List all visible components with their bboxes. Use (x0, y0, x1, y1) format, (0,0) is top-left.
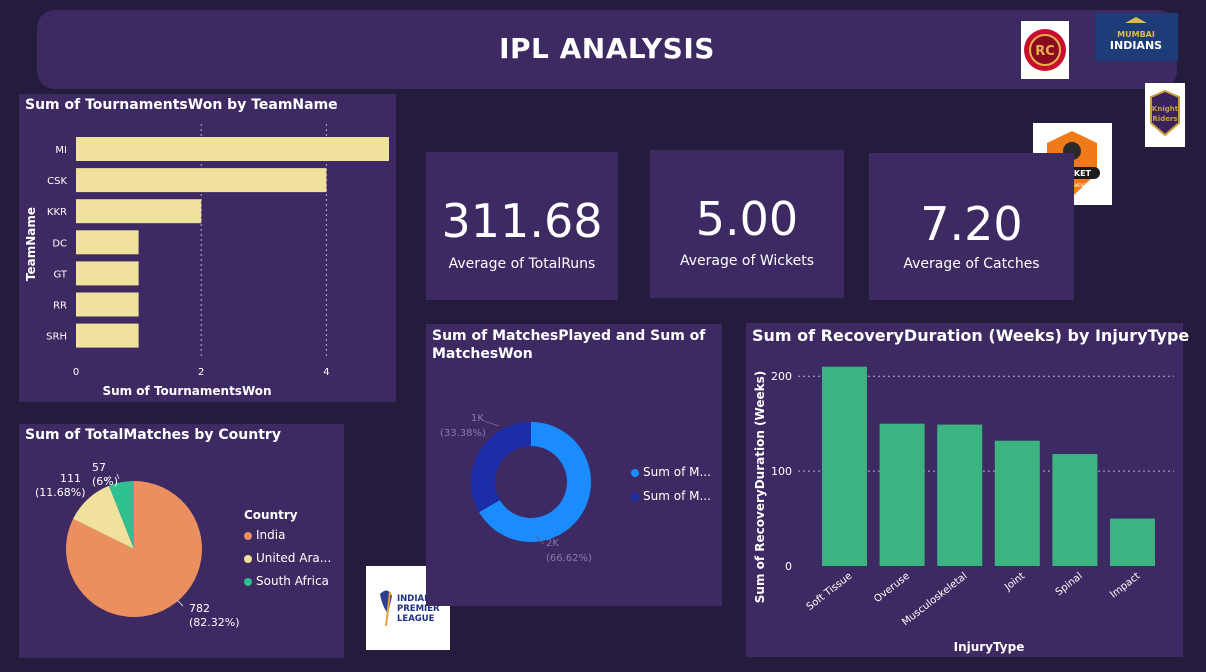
pie-legend-sa-label: South Africa (256, 574, 329, 588)
recovery-category-label: Joint (1002, 571, 1027, 594)
donut-label-won-value: 1K (471, 413, 484, 424)
tournaments-category-label: SRH (46, 332, 67, 343)
legend-dot-uae (244, 554, 252, 563)
recovery-bar-musculoskeletal (937, 424, 983, 566)
tournaments-category-label: GT (53, 269, 67, 280)
pie-label-sa-value: 57 (92, 461, 106, 474)
pie-legend-title: Country (244, 508, 298, 522)
tournaments-bar-csk (76, 168, 327, 193)
kpi-card-wickets: 5.00 Average of Wickets (650, 150, 844, 298)
svg-text:Knight: Knight (1152, 105, 1179, 113)
donut-legend-played[interactable]: Sum of M... (631, 465, 711, 479)
tournaments-won-panel: Sum of TournamentsWon by TeamName MI CSK K… (19, 94, 396, 402)
donut-legend-won-label: Sum of M... (643, 489, 711, 503)
recovery-category-label: Overuse (872, 571, 912, 605)
tournaments-bar-kkr (76, 199, 202, 224)
kpi-card-total-runs: 311.68 Average of TotalRuns (426, 152, 618, 300)
mi-logo: MUMBAI INDIANS (1095, 13, 1178, 61)
tournaments-chart: MI CSK KKR DC GT RR SRH 0 2 4 Sum of Tournaments… (24, 124, 389, 398)
mi-logo-graphic: MUMBAI INDIANS (1110, 17, 1162, 52)
pie-label-sa-pct: (6%) (92, 475, 118, 488)
kpi-label-wickets: Average of Wickets (679, 253, 814, 269)
legend-dot-won (631, 492, 639, 501)
tournaments-x-tick: 4 (323, 367, 329, 378)
recovery-category-label: Impact (1108, 571, 1142, 601)
tournaments-category-label: MI (55, 145, 67, 156)
ipl-line3: LEAGUE (397, 614, 435, 624)
tournaments-bar-srh (76, 323, 139, 348)
tournaments-category-label: KKR (47, 207, 67, 218)
pie-label-uae-pct: (11.68%) (35, 486, 86, 499)
donut-label-played-value: 2K (546, 538, 559, 549)
tournaments-y-axis-title: TeamName (24, 207, 38, 281)
kpi-value-catches: 7.20 (920, 197, 1023, 251)
matches-donut-panel: Sum of MatchesPlayed and Sum of MatchesW… (426, 324, 722, 606)
legend-dot-sa (244, 577, 252, 586)
donut-legend-won[interactable]: Sum of M... (631, 489, 711, 503)
pie-label-india-pct: (82.32%) (189, 616, 240, 629)
svg-text:RC: RC (1035, 44, 1055, 59)
rcb-logo: RC (1021, 21, 1069, 79)
svg-text:INDIANS: INDIANS (1110, 39, 1162, 52)
recovery-y-axis-title: Sum of RecoveryDuration (Weeks) (753, 371, 767, 603)
pie-legend-sa[interactable]: South Africa (244, 574, 329, 588)
pie-legend-uae[interactable]: United Ara... (244, 551, 331, 565)
page-title: IPL ANALYSIS (499, 32, 715, 65)
recovery-category-label: Soft Tissue (805, 571, 855, 613)
total-matches-panel: Sum of TotalMatches by Country 111 (11.6… (19, 424, 344, 658)
tournaments-category-label: RR (53, 301, 67, 312)
recovery-bar-joint (994, 440, 1040, 566)
kpi-card-catches: 7.20 Average of Catches (869, 153, 1074, 300)
donut-label-won-pct: (33.38%) (440, 428, 486, 439)
pie-leader-india (176, 599, 184, 607)
svg-text:Riders: Riders (1152, 115, 1177, 123)
donut-legend-played-label: Sum of M... (643, 465, 711, 479)
tournaments-bar-gt (76, 261, 139, 286)
legend-dot-india (244, 531, 252, 540)
pie-label-india-value: 782 (189, 602, 210, 615)
kpi-value-total-runs: 311.68 (441, 194, 603, 248)
kpi-label-catches: Average of Catches (903, 256, 1040, 272)
pie-legend-uae-label: United Ara... (256, 551, 332, 565)
rcb-logo-graphic: RC (1024, 29, 1066, 71)
kkr-logo: Knight Riders (1145, 83, 1185, 147)
pie-legend-india-label: India (256, 528, 286, 542)
pie-legend-india[interactable]: India (244, 528, 285, 542)
recovery-duration-panel: Sum of RecoveryDuration (Weeks) by Injur… (746, 323, 1189, 657)
donut-label-played-pct: (66.62%) (546, 553, 592, 564)
kpi-value-wickets: 5.00 (695, 192, 799, 246)
pie-chart: 111 (11.68%) 57 (6%) 782 (82.32%) (35, 461, 240, 629)
recovery-bar-overuse (879, 423, 925, 566)
tournaments-category-label: DC (52, 238, 67, 249)
recovery-category-label: Spinal (1054, 571, 1085, 599)
recovery-bar-impact (1110, 518, 1155, 566)
kpi-label-total-runs: Average of TotalRuns (448, 256, 596, 272)
donut-leader-won (483, 420, 500, 427)
pie-label-uae-value: 111 (60, 472, 81, 485)
tournaments-bar-dc (76, 230, 139, 255)
header-banner: IPL ANALYSIS (37, 10, 1177, 89)
tournaments-bar-rr (76, 292, 139, 317)
recovery-y-tick: 0 (785, 560, 792, 573)
tournaments-x-tick: 0 (73, 367, 79, 378)
recovery-bar-soft-tissue (822, 366, 867, 566)
tournaments-category-label: CSK (47, 176, 67, 187)
tournaments-x-tick: 2 (198, 367, 204, 378)
recovery-x-axis-title: InjuryType (954, 640, 1025, 654)
svg-text:MUMBAI: MUMBAI (1117, 30, 1155, 39)
kkr-logo-graphic: Knight Riders (1150, 89, 1180, 137)
recovery-bar-spinal (1052, 454, 1098, 566)
recovery-y-tick: 100 (771, 465, 792, 478)
legend-dot-played (631, 468, 639, 477)
tournaments-x-axis-title: Sum of TournamentsWon (102, 384, 271, 398)
recovery-y-tick: 200 (771, 370, 792, 383)
recovery-chart: 0100200 Soft Tissue OveruseMusculoskeleta… (753, 366, 1174, 654)
tournaments-bar-mi (76, 137, 389, 161)
